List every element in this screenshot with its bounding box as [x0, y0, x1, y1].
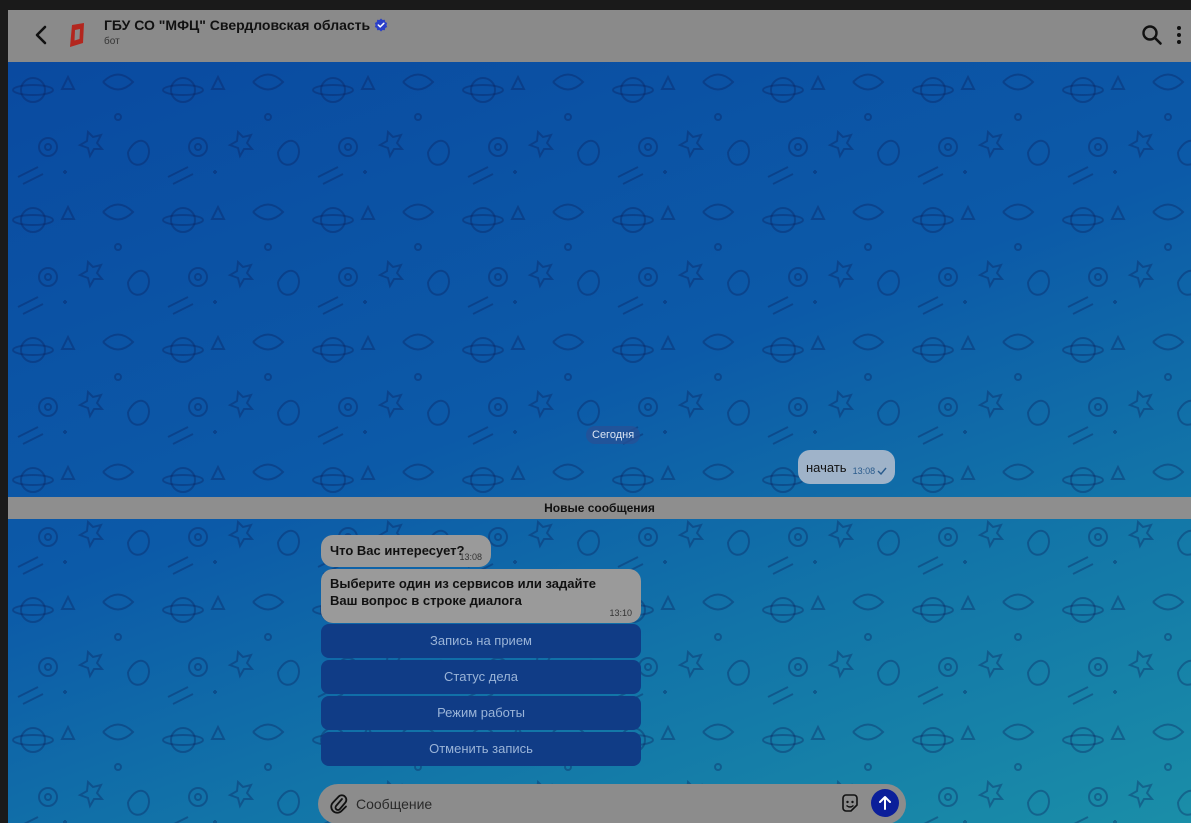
- keyboard-button-appointment[interactable]: Запись на прием: [321, 624, 641, 658]
- chat-area[interactable]: Сегодня начать 13:08 Новые сообщения Что…: [8, 62, 1191, 823]
- telegram-chat-screen: ГБУ СО "МФЦ" Свердловская область бот Се…: [8, 10, 1191, 823]
- mfc-logo-icon: [70, 23, 84, 47]
- send-arrow-icon: [879, 796, 891, 810]
- incoming-message[interactable]: Что Вас интересует? 13:08: [321, 535, 491, 567]
- chat-title-block[interactable]: ГБУ СО "МФЦ" Свердловская область бот: [104, 17, 388, 47]
- chat-header: ГБУ СО "МФЦ" Свердловская область бот: [8, 10, 1191, 62]
- message-time: 13:10: [609, 608, 632, 618]
- chat-subtitle: бот: [104, 36, 120, 47]
- incoming-message[interactable]: Выберите один из сервисов или задайте Ва…: [321, 569, 641, 623]
- verified-badge-icon: [374, 18, 388, 32]
- keyboard-button-cancel-appointment[interactable]: Отменить запись: [321, 732, 641, 766]
- avatar[interactable]: [62, 20, 92, 50]
- message-time: 13:08: [459, 552, 482, 562]
- keyboard-button-case-status[interactable]: Статус дела: [321, 660, 641, 694]
- message-text: Выберите один из сервисов или задайте Ва…: [330, 576, 597, 608]
- message-input[interactable]: [356, 784, 826, 823]
- send-button[interactable]: [871, 789, 899, 817]
- back-button[interactable]: [28, 22, 54, 48]
- more-vertical-icon[interactable]: [1175, 24, 1183, 46]
- message-time: 13:08: [852, 466, 876, 476]
- message-meta: 13:08: [853, 466, 888, 476]
- outgoing-message[interactable]: начать 13:08: [798, 450, 896, 484]
- message-text: начать: [806, 459, 847, 475]
- message-composer: [318, 784, 906, 823]
- date-separator: Сегодня: [586, 426, 641, 444]
- keyboard-button-working-hours[interactable]: Режим работы: [321, 696, 641, 730]
- chevron-left-icon: [35, 25, 47, 45]
- search-icon[interactable]: [1141, 24, 1163, 46]
- chat-title-text: ГБУ СО "МФЦ" Свердловская область: [104, 17, 371, 33]
- chat-title: ГБУ СО "МФЦ" Свердловская область: [104, 17, 388, 33]
- sticker-icon[interactable]: [840, 794, 860, 814]
- paperclip-icon[interactable]: [330, 794, 348, 814]
- check-icon: [877, 467, 887, 475]
- new-messages-divider: Новые сообщения: [8, 497, 1191, 519]
